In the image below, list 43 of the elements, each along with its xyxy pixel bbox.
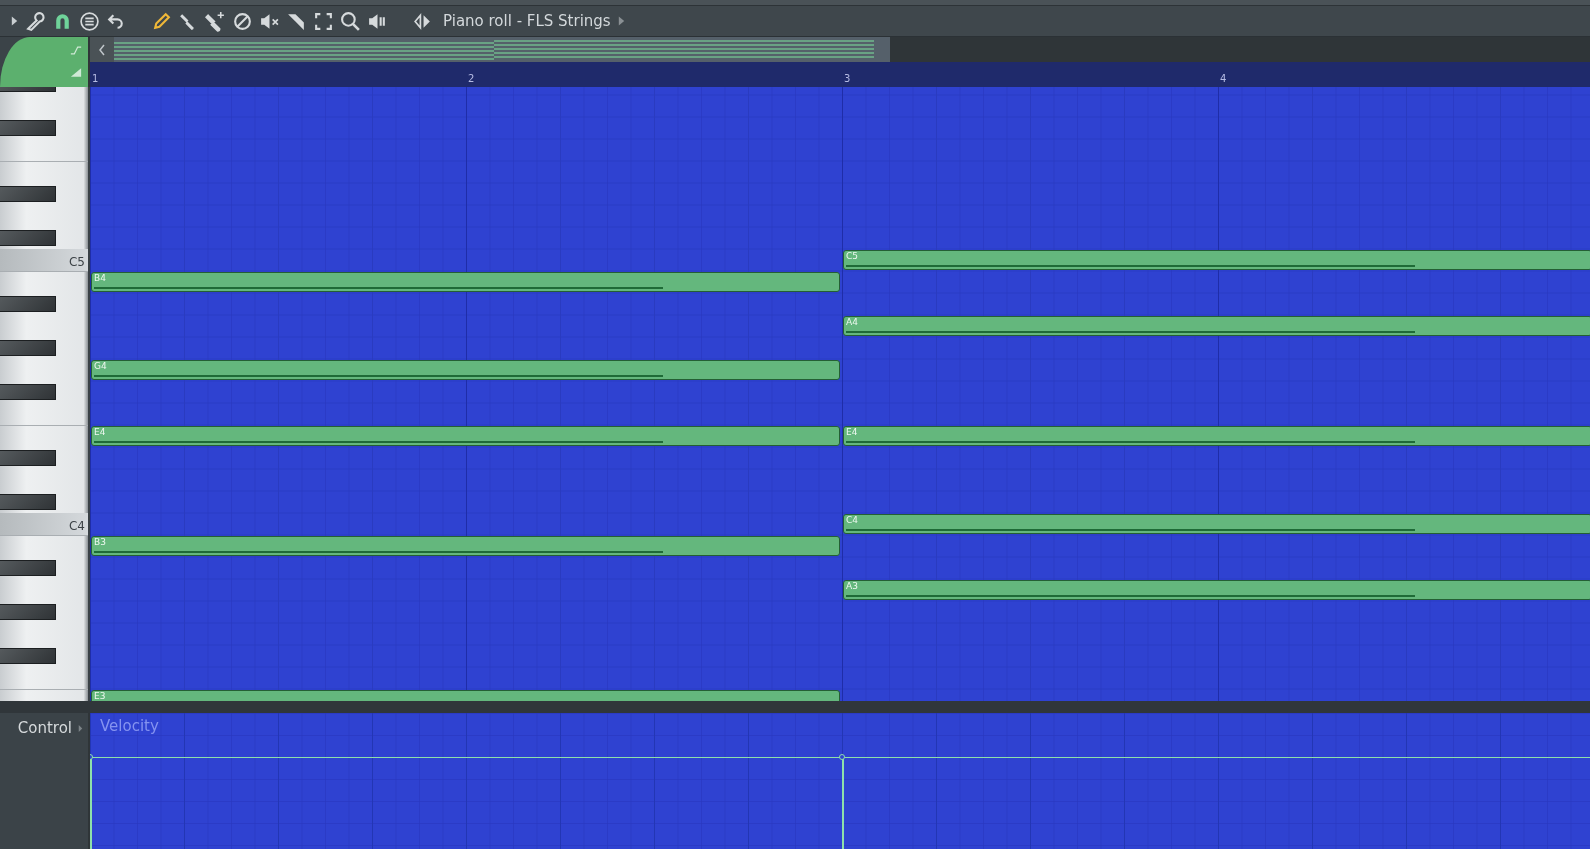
- note[interactable]: E4: [843, 425, 1590, 446]
- bar-number: 4: [1220, 73, 1227, 84]
- scroll-left-button[interactable]: [90, 37, 114, 62]
- sharp-key[interactable]: [0, 185, 56, 202]
- forbidden-icon[interactable]: [232, 10, 253, 32]
- sharp-key[interactable]: [0, 449, 56, 466]
- caret-icon[interactable]: [616, 15, 626, 27]
- note[interactable]: B4: [91, 271, 840, 292]
- sharp-key[interactable]: [0, 603, 56, 620]
- note[interactable]: G4: [91, 359, 840, 380]
- bar-number: 3: [844, 73, 851, 84]
- note[interactable]: E3: [91, 689, 840, 701]
- menu-icon[interactable]: [79, 10, 100, 32]
- zoom-icon[interactable]: [340, 10, 361, 32]
- sharp-key[interactable]: [0, 229, 56, 246]
- sharp-key[interactable]: [0, 295, 56, 312]
- note[interactable]: E4: [91, 425, 840, 446]
- play-icon[interactable]: [10, 15, 19, 27]
- sharp-key[interactable]: [0, 339, 56, 356]
- bar-number: 2: [468, 73, 475, 84]
- window-title: Piano roll - FLS Strings: [443, 12, 611, 30]
- chevron-icon: [98, 43, 106, 56]
- timeline-ruler[interactable]: 1 2 3 4: [90, 62, 1590, 87]
- piano-keyboard[interactable]: C5 C4: [0, 87, 90, 701]
- sharp-key[interactable]: [0, 493, 56, 510]
- note[interactable]: A4: [843, 315, 1590, 336]
- sharp-key[interactable]: [0, 559, 56, 576]
- key-label: C4: [69, 518, 86, 535]
- key-label: C5: [69, 254, 86, 271]
- fullscreen-icon[interactable]: [313, 10, 334, 32]
- control-label[interactable]: Control: [17, 719, 72, 737]
- sharp-key[interactable]: [0, 119, 56, 136]
- note[interactable]: C4: [843, 513, 1590, 534]
- note[interactable]: C5: [843, 249, 1590, 270]
- note-grid[interactable]: B4 G4 E4 B3 E3 C5 A4 E4 C4 A3: [90, 87, 1590, 701]
- sharp-key[interactable]: [0, 647, 56, 664]
- pencil-icon[interactable]: [151, 10, 172, 32]
- note[interactable]: B3: [91, 535, 840, 556]
- sharp-key[interactable]: [0, 383, 56, 400]
- bar-number: 1: [92, 73, 99, 84]
- note[interactable]: A3: [843, 579, 1590, 600]
- parameter-label: Velocity: [100, 717, 159, 735]
- caret-icon[interactable]: [77, 724, 84, 733]
